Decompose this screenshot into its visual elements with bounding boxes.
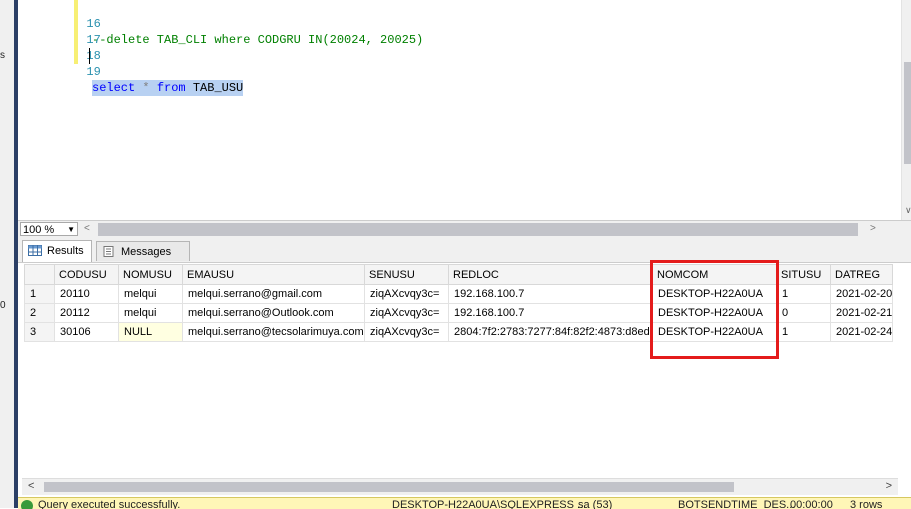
column-header[interactable]: SITUSU [776, 264, 831, 285]
scroll-right-arrow-icon[interactable]: > [870, 223, 876, 234]
chevron-down-icon[interactable]: ▼ [67, 223, 75, 237]
editor-line[interactable]: 16 --delete TAB_CLI where CODGRU IN(2002… [18, 0, 423, 47]
row-number[interactable]: 2 [24, 303, 55, 323]
line-number: 19 [86, 65, 101, 79]
sql-operator: * [142, 81, 150, 95]
cell-emausu[interactable]: melqui.serrano@gmail.com [182, 284, 365, 304]
row-number[interactable]: 3 [24, 322, 55, 342]
scroll-down-arrow-icon[interactable]: ∨ [905, 205, 911, 216]
scroll-left-arrow-icon[interactable]: < [28, 480, 34, 492]
tab-label: Results [47, 245, 84, 257]
grid-horizontal-scrollbar[interactable]: < > [22, 478, 898, 495]
zoom-value: 100 % [23, 224, 55, 236]
background-text-fragment: s [0, 50, 5, 61]
editor-zoom-bar: 100 % ▼ < > [18, 220, 911, 239]
selected-query-text[interactable]: select * from TAB_USU [92, 80, 244, 96]
cell-emausu[interactable]: melqui.serrano@tecsolarimuya.com [182, 322, 365, 342]
cell-datreg[interactable]: 2021-02-21 [829, 303, 894, 323]
scroll-right-arrow-icon[interactable]: > [886, 480, 892, 492]
code-comment[interactable]: --delete TAB_CLI where CODGRU IN(20024, … [92, 32, 423, 48]
results-tab-strip: Results Messages [18, 238, 911, 262]
line-number: 17 [86, 33, 101, 47]
cell-datreg[interactable]: 2021-02-20 [829, 284, 894, 304]
sql-identifier: TAB_USU [192, 81, 244, 95]
grid-icon [28, 245, 42, 256]
editor-line[interactable]: 17 [18, 16, 100, 47]
cell-codusu[interactable]: 30106 [54, 322, 119, 342]
tab-results[interactable]: Results [22, 240, 92, 262]
column-header[interactable]: NOMUSU [118, 264, 183, 285]
nomcom-highlight-box [650, 260, 779, 359]
sql-keyword: select [92, 81, 136, 95]
row-number[interactable]: 1 [24, 284, 55, 304]
messages-icon [103, 246, 114, 257]
sql-keyword: from [156, 81, 186, 95]
cell-senusu[interactable]: ziqAXcvqy3c= [364, 284, 449, 304]
editor-horizontal-scrollbar-thumb[interactable] [98, 223, 858, 236]
editor-vertical-scrollbar[interactable]: ∨ [901, 0, 911, 220]
cell-situsu[interactable]: 1 [776, 284, 831, 304]
column-header[interactable]: REDLOC [448, 264, 653, 285]
cell-senusu[interactable]: ziqAXcvqy3c= [364, 303, 449, 323]
background-text-fragment: 0 [0, 300, 6, 311]
text-caret [89, 48, 90, 64]
cell-nomusu[interactable]: melqui [118, 284, 183, 304]
column-header[interactable]: DATREG [829, 264, 894, 285]
column-header[interactable]: CODUSU [54, 264, 119, 285]
background-window-strip: s 0 [0, 0, 15, 508]
cell-redloc[interactable]: 192.168.100.7 [448, 284, 653, 304]
zoom-dropdown[interactable]: 100 % ▼ [20, 222, 78, 236]
cell-nomusu-null[interactable]: NULL [118, 322, 183, 342]
column-header[interactable]: SENUSU [364, 264, 449, 285]
scrollbar-thumb[interactable] [44, 482, 734, 492]
cell-codusu[interactable]: 20110 [54, 284, 119, 304]
tab-label: Messages [121, 246, 172, 258]
cell-emausu[interactable]: melqui.serrano@Outlook.com [182, 303, 365, 323]
cell-datreg[interactable]: 2021-02-24 [829, 322, 894, 342]
cell-situsu[interactable]: 1 [776, 322, 831, 342]
line-number: 16 [86, 17, 101, 31]
query-editor[interactable]: 16 --delete TAB_CLI where CODGRU IN(2002… [18, 0, 911, 220]
cell-redloc[interactable]: 192.168.100.7 [448, 303, 653, 323]
editor-line[interactable]: 18 [18, 32, 100, 63]
column-header[interactable]: EMAUSU [182, 264, 365, 285]
tab-messages[interactable]: Messages [96, 241, 190, 261]
cell-nomusu[interactable]: melqui [118, 303, 183, 323]
row-number-header[interactable] [24, 264, 55, 285]
scroll-left-arrow-icon[interactable]: < [84, 223, 90, 234]
cell-situsu[interactable]: 0 [776, 303, 831, 323]
status-bar: Query executed successfully. DESKTOP-H22… [18, 497, 911, 509]
cell-senusu[interactable]: ziqAXcvqy3c= [364, 322, 449, 342]
cell-redloc[interactable]: 2804:7f2:2783:7277:84f:82f2:4873:d8ed [448, 322, 653, 342]
cell-codusu[interactable]: 20112 [54, 303, 119, 323]
editor-line[interactable]: 19 select * from TAB_USU [18, 48, 244, 96]
line-number: 18 [86, 49, 101, 63]
scrollbar-thumb[interactable] [904, 62, 911, 164]
